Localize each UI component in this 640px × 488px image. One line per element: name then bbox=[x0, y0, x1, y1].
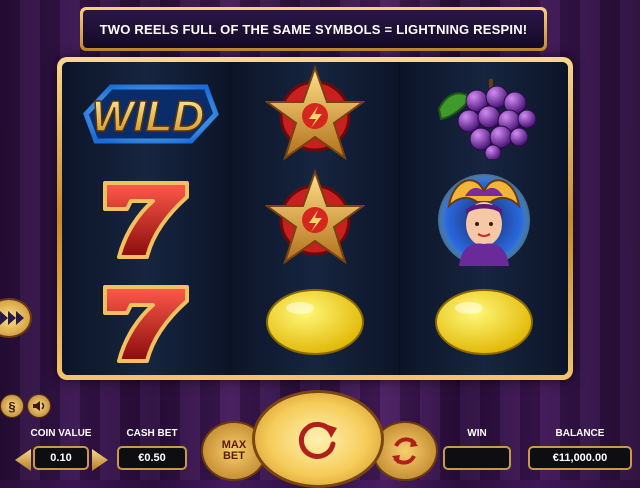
reel-2 bbox=[231, 62, 400, 375]
wild-text: WILD bbox=[92, 92, 204, 141]
coin-value-label: COIN VALUE bbox=[30, 428, 92, 439]
autoplay-icon bbox=[392, 437, 418, 465]
paytable-icon: § bbox=[8, 398, 16, 414]
paytable-button[interactable]: § bbox=[0, 394, 24, 418]
win-field bbox=[443, 446, 511, 470]
coin-value-field: 0.10 bbox=[33, 446, 89, 470]
symbol-seven bbox=[62, 166, 230, 270]
max-bet-label-2: BET bbox=[222, 450, 245, 462]
symbol-lemon bbox=[231, 270, 399, 374]
cash-bet-label: CASH BET bbox=[126, 428, 178, 439]
spin-button[interactable] bbox=[252, 390, 384, 488]
reel-frame: WILD bbox=[57, 57, 573, 380]
symbol-seven bbox=[62, 270, 230, 374]
symbol-lemon bbox=[400, 270, 568, 374]
balance-label: BALANCE bbox=[555, 428, 605, 439]
fast-forward-icon bbox=[0, 311, 24, 325]
cash-bet-field: €0.50 bbox=[117, 446, 187, 470]
symbol-star bbox=[231, 166, 399, 270]
info-banner: TWO REELS FULL OF THE SAME SYMBOLS = LIG… bbox=[80, 7, 547, 51]
sound-icon bbox=[33, 401, 45, 411]
symbol-grapes bbox=[400, 62, 568, 166]
symbol-star bbox=[231, 62, 399, 166]
symbol-jester bbox=[400, 166, 568, 270]
reel-3 bbox=[400, 62, 568, 375]
symbol-wild: WILD bbox=[62, 62, 230, 166]
sound-button[interactable] bbox=[27, 394, 51, 418]
banner-text: TWO REELS FULL OF THE SAME SYMBOLS = LIG… bbox=[83, 10, 544, 48]
spin-icon bbox=[298, 421, 337, 459]
reel-1: WILD bbox=[62, 62, 231, 375]
reels-area: WILD bbox=[62, 62, 568, 375]
win-label: WIN bbox=[467, 428, 487, 439]
balance-field: €11,000.00 bbox=[528, 446, 632, 470]
